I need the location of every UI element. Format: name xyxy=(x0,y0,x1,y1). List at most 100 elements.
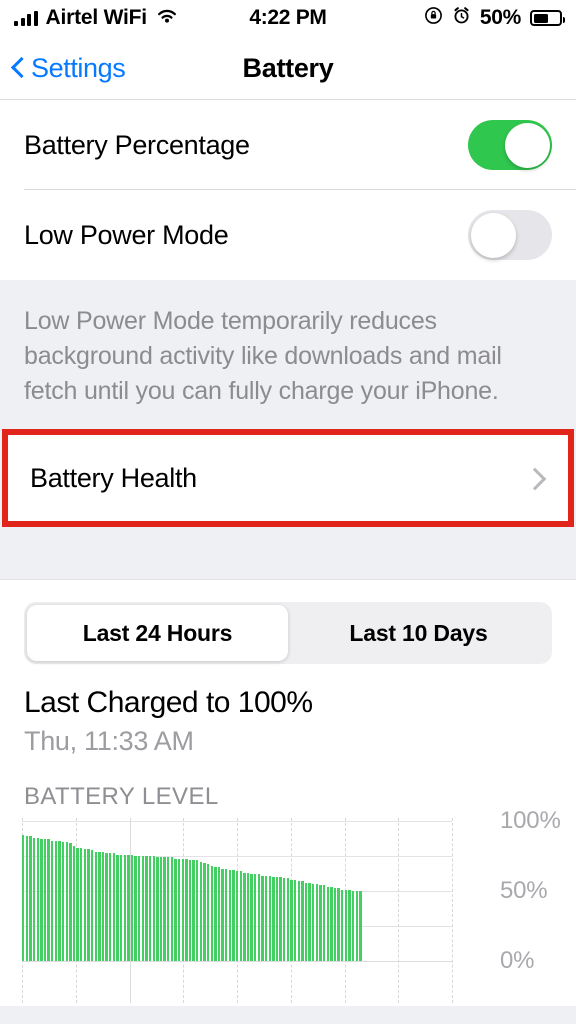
chart-bar xyxy=(40,839,43,961)
row-low-power-mode[interactable]: Low Power Mode xyxy=(0,190,576,280)
chart-bar xyxy=(225,868,228,961)
toggle-low-power-mode[interactable] xyxy=(468,210,552,260)
chart-bar xyxy=(29,836,32,961)
segment-last-10-days[interactable]: Last 10 Days xyxy=(288,605,549,661)
status-bar-right: 50% xyxy=(424,0,565,36)
chart-bar xyxy=(188,860,192,961)
rotation-lock-icon xyxy=(424,6,443,30)
chart-bar xyxy=(199,861,203,961)
chart-bar xyxy=(206,864,210,961)
chart-bar xyxy=(257,874,261,961)
row-label-battery-health: Battery Health xyxy=(30,462,197,493)
chart-bar xyxy=(177,858,181,961)
chart-bar xyxy=(319,885,322,961)
chart-bar xyxy=(163,857,166,961)
chart-bar xyxy=(72,846,76,961)
battery-level-chart: 100% 50% 0% xyxy=(0,807,576,1006)
chart-bar xyxy=(315,884,319,961)
low-power-mode-description: Low Power Mode temporarily reduces backg… xyxy=(0,280,576,429)
chart-bar xyxy=(116,854,119,961)
chart-bar xyxy=(101,851,105,961)
chart-bar xyxy=(239,871,242,961)
chart-bar xyxy=(167,857,170,961)
chart-bar xyxy=(83,849,87,961)
row-battery-health[interactable]: Battery Health xyxy=(8,435,568,521)
chart-bar xyxy=(214,867,217,961)
chart-bar xyxy=(51,840,54,961)
chart-bar xyxy=(148,856,152,961)
chart-bar xyxy=(322,885,326,961)
chart-bar xyxy=(109,853,112,961)
chart-bar xyxy=(76,847,79,961)
clock-label: 4:22 PM xyxy=(249,6,327,29)
time-range-segmented-control[interactable]: Last 24 Hours Last 10 Days xyxy=(24,602,552,664)
chart-bar xyxy=(112,853,116,961)
chart-bar xyxy=(22,835,25,961)
chart-bar xyxy=(221,868,224,961)
chart-bar xyxy=(290,879,293,961)
settings-content: Battery Percentage Low Power Mode Low Po… xyxy=(0,100,576,1006)
status-bar: Airtel WiFi 4:22 PM 50% xyxy=(0,0,576,36)
chart-bar xyxy=(326,886,329,961)
chart-bar xyxy=(272,877,275,961)
chart-bar xyxy=(61,842,65,961)
chart-bar xyxy=(293,879,297,961)
chart-bars xyxy=(22,821,452,961)
chart-bar xyxy=(359,891,362,961)
chart-y-axis-labels: 100% 50% 0% xyxy=(500,807,576,974)
chart-bar xyxy=(264,875,268,961)
chart-bar xyxy=(94,851,97,961)
chart-bar xyxy=(87,849,90,961)
chart-bar xyxy=(246,872,250,961)
chart-heading: BATTERY LEVEL xyxy=(24,783,219,810)
chart-bar xyxy=(47,839,50,961)
chart-bar xyxy=(203,863,206,961)
chart-vline xyxy=(452,818,453,1003)
chart-bar xyxy=(279,877,282,961)
chart-bar xyxy=(123,854,126,961)
chart-bar xyxy=(297,881,300,961)
chart-bar xyxy=(351,891,355,961)
segment-last-24-hours[interactable]: Last 24 Hours xyxy=(27,605,288,661)
chart-bar xyxy=(36,837,39,961)
row-battery-percentage[interactable]: Battery Percentage xyxy=(0,100,576,190)
chart-bar xyxy=(243,872,246,961)
alarm-clock-icon xyxy=(452,6,471,30)
chart-bar xyxy=(119,854,123,961)
chart-bar xyxy=(250,874,253,961)
chart-bar xyxy=(283,878,286,961)
row-label-low-power-mode: Low Power Mode xyxy=(24,219,229,250)
chart-bar xyxy=(141,856,145,961)
chart-bar xyxy=(192,860,195,961)
chart-bar xyxy=(80,847,83,961)
chart-bar xyxy=(98,851,101,961)
group-spacer xyxy=(0,527,576,579)
battery-status-icon xyxy=(530,10,565,26)
last-charged-block: Last Charged to 100% Thu, 11:33 AM xyxy=(0,664,576,757)
battery-percentage-label: 50% xyxy=(479,6,521,29)
chart-bar xyxy=(196,860,199,961)
chart-bar xyxy=(156,857,159,961)
chart-bar xyxy=(355,891,358,961)
chart-bar xyxy=(181,858,184,961)
battery-settings-screen: Airtel WiFi 4:22 PM 50% Settings Battery… xyxy=(0,0,576,1024)
battery-usage-card: Last 24 Hours Last 10 Days Last Charged … xyxy=(0,579,576,1006)
chart-bar xyxy=(275,877,279,961)
chart-bar xyxy=(261,875,264,961)
y-axis-label-0: 0% xyxy=(500,947,535,974)
chart-bar xyxy=(254,874,257,961)
chart-bar xyxy=(304,882,308,961)
chart-bar xyxy=(145,856,148,961)
chart-bar xyxy=(333,888,337,961)
chart-plot-area xyxy=(22,818,453,1003)
navigation-bar: Settings Battery xyxy=(0,36,576,100)
chart-bar xyxy=(130,854,134,961)
toggles-group: Battery Percentage Low Power Mode xyxy=(0,100,576,280)
chart-bar xyxy=(330,886,333,961)
chart-bar xyxy=(69,843,72,961)
chart-bar xyxy=(138,856,141,961)
chart-bar xyxy=(337,888,340,961)
chart-bar xyxy=(54,840,58,961)
chart-bar xyxy=(210,865,213,961)
toggle-battery-percentage[interactable] xyxy=(468,120,552,170)
